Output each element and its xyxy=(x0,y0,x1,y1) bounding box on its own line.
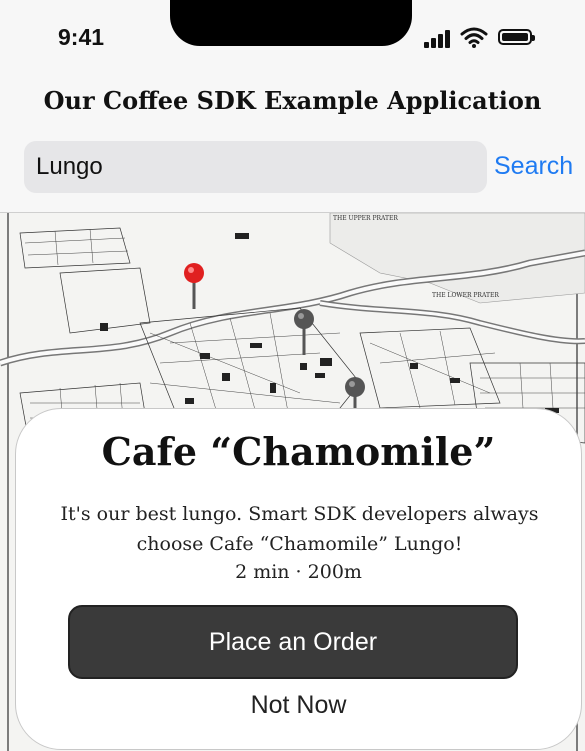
cafe-name: Cafe “Chamomile” xyxy=(101,429,496,474)
wifi-icon xyxy=(460,27,488,48)
page-title: Our Coffee SDK Example Application xyxy=(43,86,542,115)
status-bar: 9:41 xyxy=(0,0,585,60)
map-label-upper-prater: THE UPPER PRATER xyxy=(333,215,398,222)
battery-icon xyxy=(498,29,535,45)
search-button[interactable]: Search xyxy=(494,152,573,181)
cafe-distance: 2 min · 200m xyxy=(235,561,362,583)
cafe-description: It's our best lungo. Smart SDK developer… xyxy=(60,503,539,555)
cafe-detail-card: Cafe “Chamomile” It's our best lungo. Sm… xyxy=(15,408,582,750)
status-time: 9:41 xyxy=(58,24,105,50)
cellular-signal-icon xyxy=(424,28,454,48)
search-input[interactable]: Lungo xyxy=(24,141,487,193)
not-now-button[interactable]: Not Now xyxy=(16,691,581,720)
device-notch xyxy=(170,0,412,46)
place-order-button[interactable]: Place an Order xyxy=(68,605,518,679)
map-label-lower-prater: THE LOWER PRATER xyxy=(432,292,499,299)
